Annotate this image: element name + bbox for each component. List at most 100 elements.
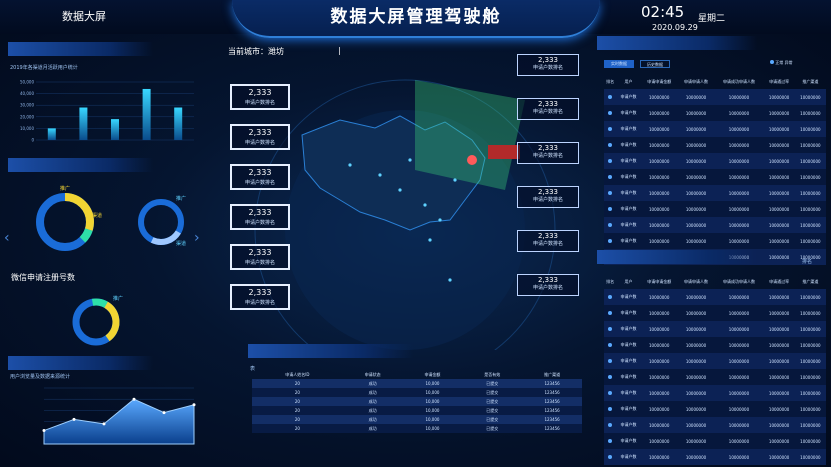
stat-box-left[interactable]: 2,333 申请户数排名 bbox=[230, 124, 290, 150]
bar bbox=[47, 128, 56, 140]
table-cell: 10000000 bbox=[677, 185, 715, 201]
donut2-label-b: 渠道 bbox=[176, 241, 187, 247]
table-cell: 10,000 bbox=[402, 388, 463, 397]
bottom-table-header bbox=[248, 344, 413, 358]
table-cell: 已提交 bbox=[462, 388, 523, 397]
stat-value: 2,333 bbox=[248, 208, 272, 217]
table-row[interactable]: 申请户数100000001000000010000000100000001000… bbox=[604, 201, 826, 217]
chevron-left-icon[interactable]: ‹ bbox=[4, 230, 10, 246]
table-row[interactable]: 申请户数100000001000000010000000100000001000… bbox=[604, 385, 826, 401]
stat-box-right[interactable]: 2,333 申请户数排名 bbox=[517, 98, 579, 120]
city-name[interactable]: 潍坊 bbox=[268, 47, 284, 56]
table-cell: 申请户数 bbox=[616, 233, 641, 249]
table-cell: 10000000 bbox=[763, 233, 795, 249]
tab-realtime[interactable]: 实时数据 bbox=[604, 60, 634, 68]
table-cell: 10000000 bbox=[677, 153, 715, 169]
rank-icon bbox=[604, 353, 617, 369]
area-point bbox=[162, 411, 166, 415]
donut1-label-a: 推广 bbox=[60, 186, 71, 192]
table-row[interactable]: 20 成功 10,000 已提交 123456 bbox=[252, 406, 582, 415]
stat-box-right[interactable]: 2,333 申请户数排名 bbox=[517, 230, 579, 252]
table-row[interactable]: 申请户数100000001000000010000000100000001000… bbox=[604, 233, 826, 249]
table-cell: 123456 bbox=[522, 415, 582, 424]
table-row[interactable]: 申请户数100000001000000010000000100000001000… bbox=[604, 417, 826, 433]
table-row[interactable]: 申请户数100000001000000010000000100000001000… bbox=[604, 321, 826, 337]
stat-box-right[interactable]: 2,333 申请户数排名 bbox=[517, 142, 579, 164]
table-cell: 10000000 bbox=[640, 153, 678, 169]
table-cell: 10000000 bbox=[640, 417, 678, 433]
table-row[interactable]: 申请户数100000001000000010000000100000001000… bbox=[604, 185, 826, 201]
stat-box-left[interactable]: 2,333 申请户数排名 bbox=[230, 204, 290, 230]
stat-box-right[interactable]: 2,333 申请户数排名 bbox=[517, 54, 579, 76]
city-marker-icon[interactable] bbox=[467, 155, 477, 165]
table-row[interactable]: 申请户数100000001000000010000000100000001000… bbox=[604, 169, 826, 185]
stat-box-right[interactable]: 2,333 申请户数排名 bbox=[517, 274, 579, 296]
table-cell: 20 bbox=[252, 406, 343, 415]
table-row[interactable]: 20 成功 10,000 已提交 123456 bbox=[252, 379, 582, 388]
table-cell: 10000000 bbox=[763, 369, 795, 385]
area-point bbox=[132, 397, 136, 401]
table-row[interactable]: 申请户数100000001000000010000000100000001000… bbox=[604, 369, 826, 385]
stat-value: 2,333 bbox=[248, 128, 272, 137]
stat-value: 2,333 bbox=[248, 288, 272, 297]
rank-icon bbox=[604, 401, 617, 417]
table-row[interactable]: 申请户数100000001000000010000000100000001000… bbox=[604, 433, 826, 449]
table-cell: 10000000 bbox=[714, 305, 764, 321]
table-cell: 10000000 bbox=[794, 217, 826, 233]
table-cell: 10000000 bbox=[794, 321, 826, 337]
table-row[interactable]: 申请户数100000001000000010000000100000001000… bbox=[604, 449, 826, 465]
table-row[interactable]: 20 成功 10,000 已提交 123456 bbox=[252, 415, 582, 424]
table-row[interactable]: 申请户数100000001000000010000000100000001000… bbox=[604, 137, 826, 153]
brand-label[interactable]: 数据大屏 bbox=[62, 8, 106, 24]
table-cell: 20 bbox=[252, 397, 343, 406]
bar-ytick: 20,000 bbox=[20, 114, 34, 119]
table-row[interactable]: 申请户数100000001000000010000000100000001000… bbox=[604, 217, 826, 233]
rank-icon bbox=[604, 233, 617, 249]
table-header-cell: 申请申请金额 bbox=[647, 78, 672, 84]
table-row[interactable]: 申请户数100000001000000010000000100000001000… bbox=[604, 89, 826, 105]
table-row[interactable]: 申请户数100000001000000010000000100000001000… bbox=[604, 353, 826, 369]
table-cell: 申请户数 bbox=[616, 305, 641, 321]
table-cell: 123456 bbox=[522, 406, 582, 415]
stat-box-left[interactable]: 2,333 申请户数排名 bbox=[230, 84, 290, 110]
table-cell: 10000000 bbox=[640, 201, 678, 217]
table-cell: 10000000 bbox=[714, 169, 764, 185]
table-row[interactable]: 20 成功 10,000 已提交 123456 bbox=[252, 388, 582, 397]
stat-box-left[interactable]: 2,333 申请户数排名 bbox=[230, 164, 290, 190]
table-cell: 10000000 bbox=[677, 417, 715, 433]
table-cell: 成功 bbox=[342, 424, 403, 433]
table-header-cell: 申请成功申请人数 bbox=[722, 78, 755, 84]
table-cell: 申请户数 bbox=[616, 369, 641, 385]
table-row[interactable]: 20 成功 10,000 已提交 123456 bbox=[252, 424, 582, 433]
table-cell: 10000000 bbox=[714, 385, 764, 401]
table-header-cell: 排名 bbox=[606, 78, 615, 84]
stat-value: 2,333 bbox=[537, 144, 559, 152]
table-row[interactable]: 申请户数100000001000000010000000100000001000… bbox=[604, 105, 826, 121]
table-cell: 申请户数 bbox=[616, 153, 641, 169]
table-cell: 10000000 bbox=[794, 169, 826, 185]
legend-label-a: 正常 bbox=[775, 60, 784, 65]
table-cell: 10000000 bbox=[714, 201, 764, 217]
table-row[interactable]: 申请户数100000001000000010000000100000001000… bbox=[604, 401, 826, 417]
tab-history[interactable]: 历史数据 bbox=[640, 60, 670, 68]
table-row[interactable]: 申请户数100000001000000010000000100000001000… bbox=[604, 289, 826, 305]
table-header-cell: 申请状态 bbox=[364, 371, 381, 377]
table-cell: 10000000 bbox=[640, 433, 678, 449]
table-row[interactable]: 申请户数100000001000000010000000100000001000… bbox=[604, 153, 826, 169]
table-row[interactable]: 申请户数100000001000000010000000100000001000… bbox=[604, 337, 826, 353]
table-row[interactable]: 申请户数100000001000000010000000100000001000… bbox=[604, 121, 826, 137]
table-header-cell: 申请通过率 bbox=[769, 78, 790, 84]
donut2-label-a: 推广 bbox=[176, 196, 187, 202]
table-cell: 10000000 bbox=[640, 337, 678, 353]
table-header-cell: 申请金额 bbox=[424, 371, 441, 377]
stat-box-left[interactable]: 2,333 申请户数排名 bbox=[230, 284, 290, 310]
city-divider: | bbox=[338, 46, 341, 55]
stat-box-right[interactable]: 2,333 申请户数排名 bbox=[517, 186, 579, 208]
chevron-right-icon[interactable]: › bbox=[194, 230, 200, 246]
donut-group-bottom bbox=[72, 298, 120, 346]
stat-box-left[interactable]: 2,333 申请户数排名 bbox=[230, 244, 290, 270]
table-cell: 10,000 bbox=[402, 424, 463, 433]
table-row[interactable]: 申请户数100000001000000010000000100000001000… bbox=[604, 305, 826, 321]
table-cell: 已提交 bbox=[462, 397, 523, 406]
table-row[interactable]: 20 成功 10,000 已提交 123456 bbox=[252, 397, 582, 406]
